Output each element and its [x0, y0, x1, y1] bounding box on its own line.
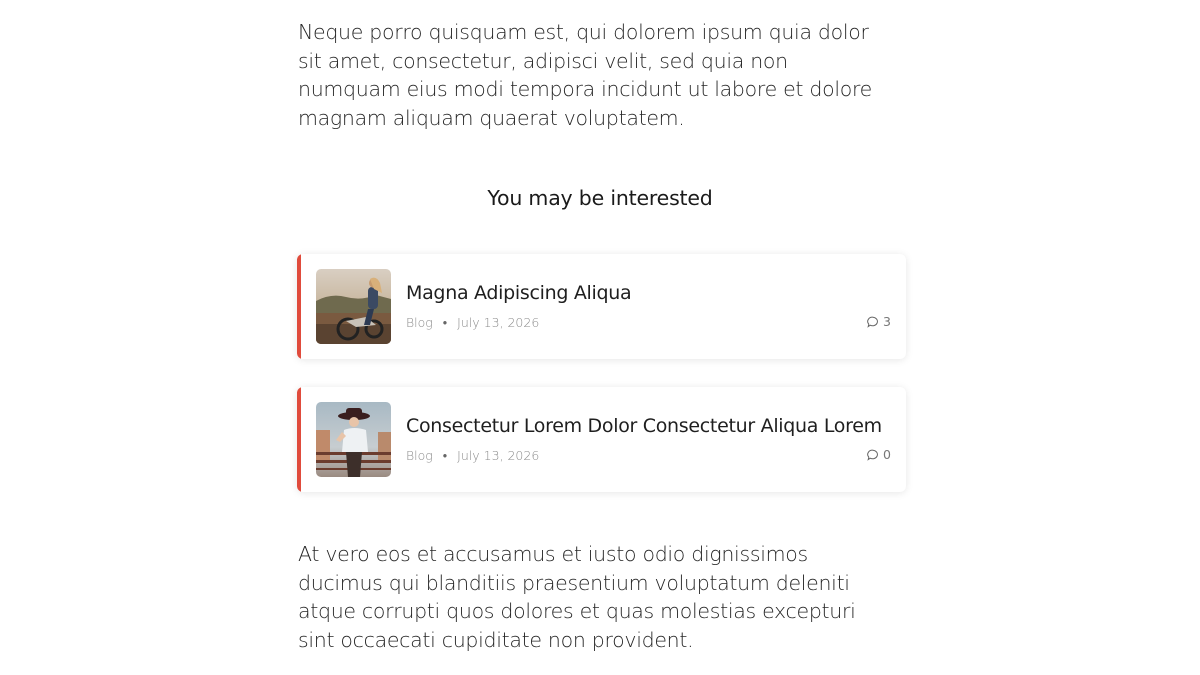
related-post-card[interactable]: Consectetur Lorem Dolor Consectetur Aliq… [297, 387, 906, 492]
article-paragraph: Neque porro quisquam est, qui dolorem ip… [298, 20, 872, 130]
post-thumbnail[interactable] [316, 269, 391, 344]
post-date: July 13, 2026 [457, 315, 540, 330]
article-paragraph: At vero eos et accusamus et iusto odio d… [298, 542, 856, 652]
woman-on-motorcycle-image [316, 269, 391, 344]
post-date: July 13, 2026 [457, 448, 540, 463]
meta-separator: • [442, 448, 448, 463]
post-meta: Blog • July 13, 2026 [406, 315, 539, 330]
post-thumbnail[interactable] [316, 402, 391, 477]
comment-count[interactable]: 3 [867, 314, 891, 329]
woman-in-hat-image [316, 402, 391, 477]
post-category[interactable]: Blog [406, 448, 433, 463]
comment-count[interactable]: 0 [867, 447, 891, 462]
post-title[interactable]: Magna Adipiscing Aliqua [406, 282, 632, 304]
post-meta: Blog • July 13, 2026 [406, 448, 539, 463]
comment-icon [867, 449, 878, 461]
comment-count-value: 0 [883, 447, 891, 462]
post-title[interactable]: Consectetur Lorem Dolor Consectetur Aliq… [406, 415, 882, 437]
post-category[interactable]: Blog [406, 315, 433, 330]
related-posts-heading: You may be interested [487, 186, 713, 210]
article-page: Neque porro quisquam est, qui dolorem ip… [0, 0, 1200, 675]
comment-count-value: 3 [883, 314, 891, 329]
meta-separator: • [442, 315, 448, 330]
related-post-card[interactable]: Magna Adipiscing Aliqua Blog • July 13, … [297, 254, 906, 359]
comment-icon [867, 316, 878, 328]
